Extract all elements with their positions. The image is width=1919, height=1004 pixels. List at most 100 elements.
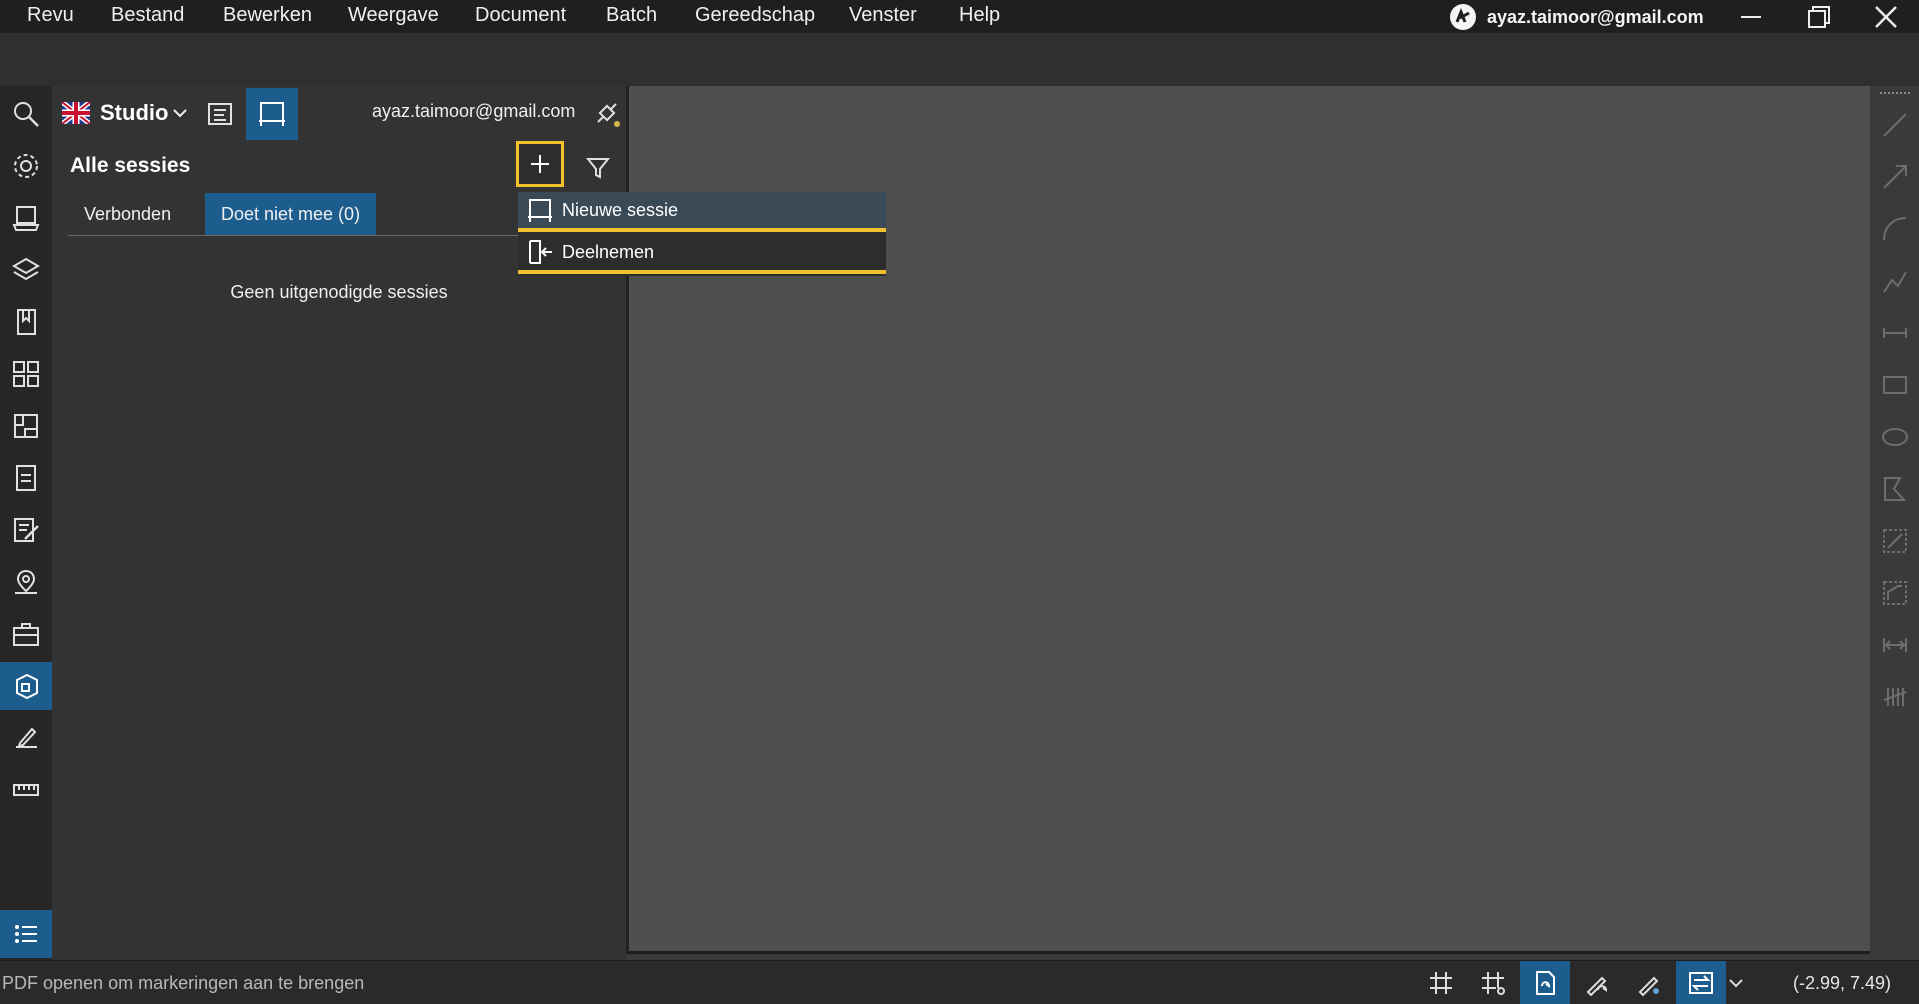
cursor-coordinates: (-2.99, 7.49): [1793, 973, 1892, 993]
reuse-markup-icon: [1638, 976, 1659, 996]
snap-to-markup-toggle[interactable]: [1572, 961, 1622, 1004]
count-tool[interactable]: [1870, 672, 1919, 722]
new-session-item[interactable]: Nieuwe sessie: [518, 192, 886, 228]
studio-user-email: ayaz.taimoor@gmail.com: [372, 101, 576, 121]
menu-help[interactable]: Help: [959, 4, 1000, 27]
arc-icon: [1882, 217, 1906, 241]
arrow-icon: [1882, 165, 1907, 189]
chevron-down-icon[interactable]: [172, 106, 188, 120]
toolchest-icon: [12, 206, 40, 231]
title-bar: Revu Bestand Bewerken Weergave Document …: [0, 0, 1919, 33]
left-sidebar: [0, 86, 53, 960]
tool-chest-tab[interactable]: [0, 194, 52, 242]
menu-bewerken[interactable]: Bewerken: [223, 4, 312, 27]
sync-options-dropdown[interactable]: [1716, 961, 1756, 1004]
minimize-button[interactable]: [1727, 0, 1775, 33]
count-icon: [1883, 688, 1906, 706]
tab-not-participating[interactable]: Doet niet mee (0): [205, 193, 377, 235]
layers-tab[interactable]: [0, 246, 52, 294]
account-info[interactable]: ayaz.taimoor@gmail.com: [1449, 3, 1704, 31]
list-icon: [15, 925, 37, 943]
grid-toggle[interactable]: [1416, 961, 1466, 1004]
rectangle-icon: [1882, 376, 1907, 394]
spaces-tab[interactable]: [0, 402, 52, 450]
dimension-tool[interactable]: [1870, 308, 1919, 358]
area-tool[interactable]: [1870, 516, 1919, 566]
polyline-tool[interactable]: [1870, 256, 1919, 306]
arrow-tool[interactable]: [1870, 152, 1919, 202]
volume-icon: [1882, 581, 1907, 605]
measurements-tab[interactable]: [0, 766, 52, 814]
spaces-icon: [14, 414, 38, 438]
highlight-underline: [518, 270, 886, 274]
location-pin-icon: [15, 569, 37, 594]
reuse-markup-toggle[interactable]: [1624, 961, 1674, 1004]
toolbox-tab[interactable]: [0, 610, 52, 658]
studio-dropdown-label[interactable]: Studio: [100, 100, 168, 126]
menu-weergave[interactable]: Weergave: [348, 4, 439, 27]
briefcase-icon: [13, 623, 39, 646]
join-session-label: Deelnemen: [562, 241, 655, 262]
file-icon: [16, 465, 36, 491]
snap-to-grid-toggle[interactable]: [1468, 961, 1518, 1004]
studio-icon: [16, 673, 38, 700]
menu-gereedschap[interactable]: Gereedschap: [695, 4, 815, 27]
places-tab[interactable]: [0, 558, 52, 606]
sessions-view-button[interactable]: [246, 88, 298, 140]
connection-plug-icon[interactable]: [592, 98, 622, 128]
layers-icon: [12, 257, 40, 281]
account-email: ayaz.taimoor@gmail.com: [1487, 6, 1704, 27]
dimension-icon: [1882, 328, 1907, 338]
polygon-tool[interactable]: [1870, 464, 1919, 514]
thumbnails-tab[interactable]: [0, 350, 52, 398]
close-button[interactable]: [1862, 0, 1910, 33]
projects-view-button[interactable]: [200, 94, 240, 134]
search-icon: [14, 102, 39, 127]
panel-list-button[interactable]: [0, 910, 52, 958]
empty-state-message: Geen uitgenodigde sessies: [230, 282, 448, 302]
bookmarks-tab[interactable]: [0, 298, 52, 346]
markups-list-tab[interactable]: [0, 506, 52, 554]
menu-batch[interactable]: Batch: [606, 4, 657, 27]
snap-to-content-toggle[interactable]: [1520, 961, 1570, 1004]
menu-document[interactable]: Document: [475, 4, 566, 27]
snap-content-icon: [1536, 970, 1555, 995]
status-message: PDF openen om markeringen aan te brengen: [2, 973, 365, 993]
chevron-down-icon: [1729, 978, 1743, 987]
volume-tool[interactable]: [1870, 568, 1919, 618]
ellipse-tool[interactable]: [1870, 412, 1919, 462]
properties-tab[interactable]: [0, 142, 52, 190]
restore-button[interactable]: [1795, 0, 1843, 33]
polyline-icon: [1882, 271, 1907, 293]
new-session-icon: [518, 192, 562, 228]
panel-header: Studio ayaz.taimoor@gmail.com: [52, 86, 626, 142]
menu-bestand[interactable]: Bestand: [111, 4, 184, 27]
signature-icon: [16, 727, 37, 748]
arc-tool[interactable]: [1870, 204, 1919, 254]
join-session-item[interactable]: Deelnemen: [518, 234, 886, 270]
filter-button[interactable]: [580, 150, 616, 186]
length-icon: [1882, 638, 1907, 652]
length-tool[interactable]: [1870, 620, 1919, 670]
grid-icon: [1430, 971, 1452, 994]
search-tab[interactable]: [0, 90, 52, 138]
menu-revu[interactable]: Revu: [27, 4, 74, 27]
rectangle-tool[interactable]: [1870, 360, 1919, 410]
tab-connected[interactable]: Verbonden: [68, 193, 187, 235]
gear-icon: [14, 154, 38, 178]
join-icon: [518, 234, 562, 270]
toolbar: [0, 33, 1919, 86]
file-access-tab[interactable]: [0, 454, 52, 502]
restore-icon: [1808, 5, 1830, 28]
strip-grip: [1880, 92, 1910, 94]
projects-icon: [208, 103, 232, 125]
line-tool[interactable]: [1870, 100, 1919, 150]
studio-tab[interactable]: [0, 662, 52, 710]
signatures-tab[interactable]: [0, 714, 52, 762]
sync-icon: [1689, 971, 1713, 994]
add-session-dropdown: Nieuwe sessie Deelnemen: [518, 192, 886, 276]
area-icon: [1882, 529, 1907, 553]
add-session-button[interactable]: [516, 141, 564, 187]
bluebeam-logo-icon: [1449, 3, 1477, 31]
menu-venster[interactable]: Venster: [849, 4, 917, 27]
